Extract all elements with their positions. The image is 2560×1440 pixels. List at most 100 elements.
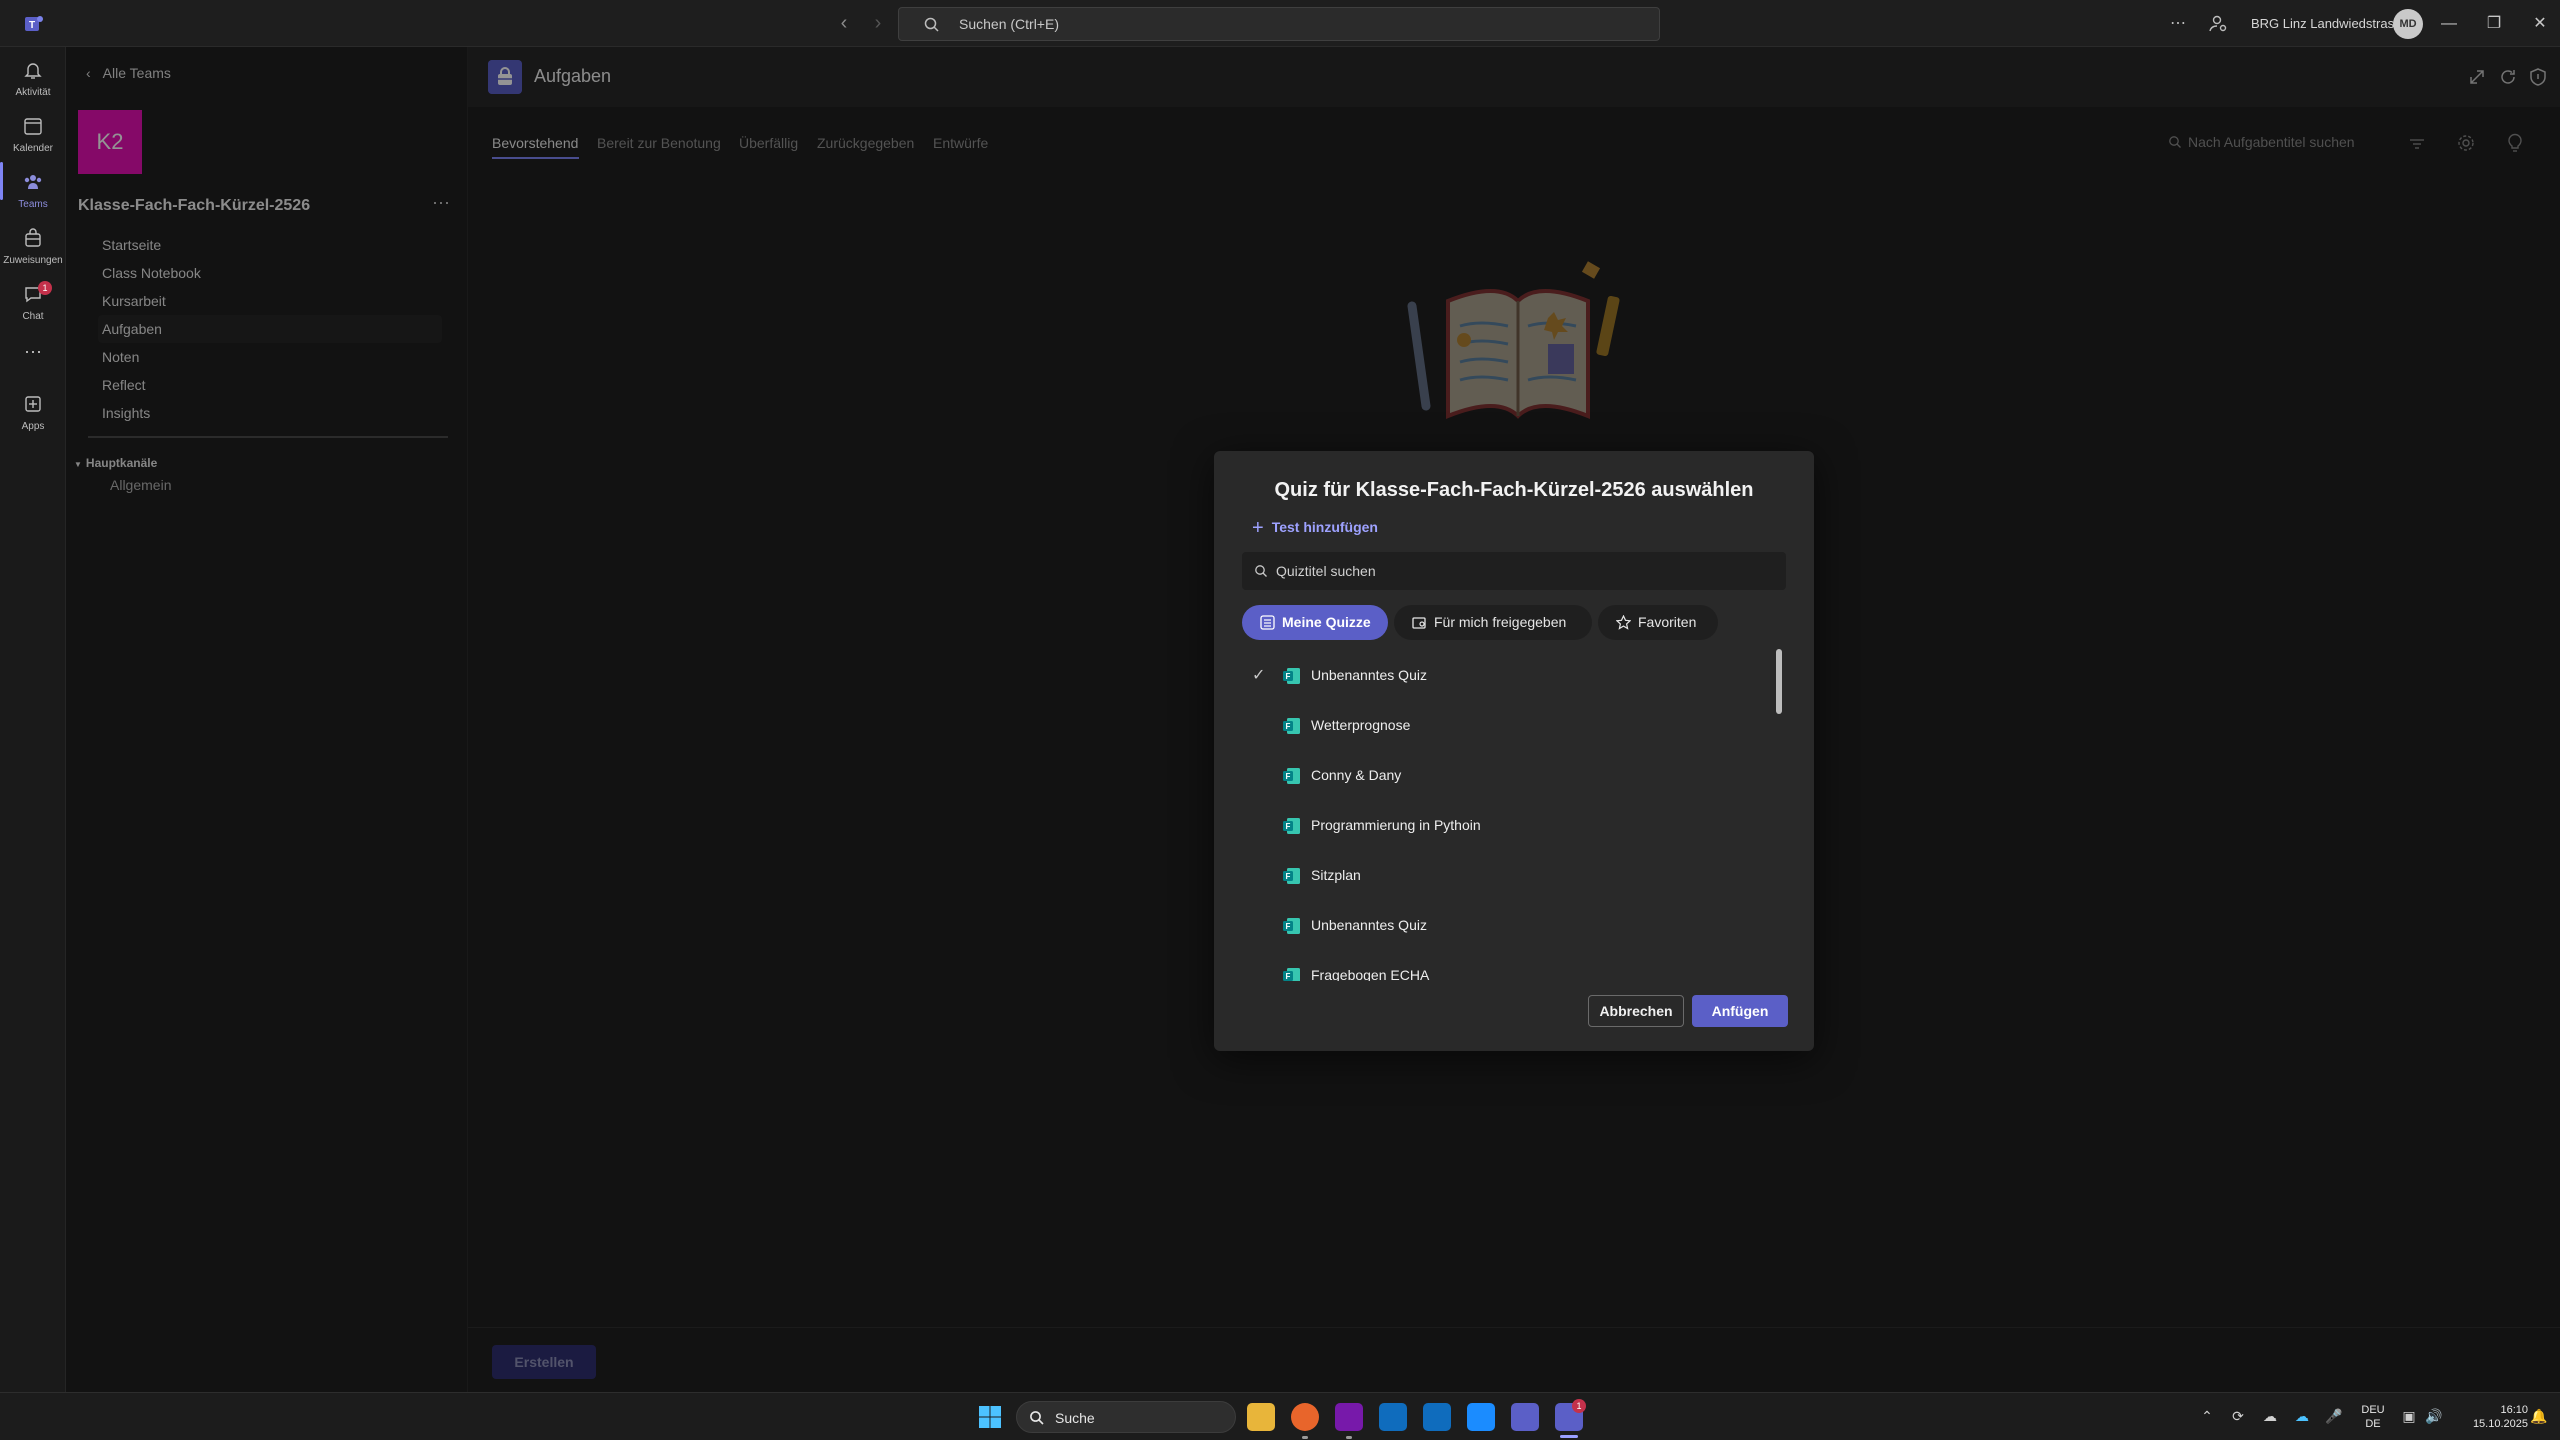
- org-name: BRG Linz Landwiedstrasse: [2251, 16, 2408, 31]
- bell-icon: [24, 63, 42, 79]
- volume-icon[interactable]: 🔊: [2425, 1407, 2443, 1425]
- svg-text:F: F: [1286, 672, 1291, 681]
- more-apps-icon[interactable]: ⋯: [0, 337, 66, 367]
- teams-classic-icon[interactable]: [1511, 1403, 1539, 1431]
- quiz-name: Wetterprognose: [1311, 717, 1411, 733]
- quiz-name: Programmierung in Pythoin: [1311, 817, 1481, 833]
- global-search-input[interactable]: Suchen (Ctrl+E): [898, 7, 1660, 41]
- svg-text:F: F: [1286, 872, 1291, 881]
- taskbar-search-label: Suche: [1055, 1410, 1095, 1426]
- teams-logo-icon[interactable]: T: [22, 12, 46, 36]
- quiz-row[interactable]: F Unbenanntes Quiz: [1242, 901, 1772, 951]
- forward-arrow-icon[interactable]: ›: [866, 10, 890, 36]
- clock[interactable]: 16:10 15.10.2025: [2452, 1403, 2528, 1431]
- svg-text:F: F: [1286, 722, 1291, 731]
- quiz-row[interactable]: F Fragebogen ECHA: [1242, 951, 1772, 981]
- title-bar: T ‹ › Suchen (Ctrl+E) ⋯ BRG Linz Landwie…: [0, 0, 2560, 47]
- rail-label: Zuweisungen: [3, 255, 63, 266]
- filter-favorites[interactable]: Favoriten: [1598, 605, 1718, 640]
- rail-item-assignments[interactable]: Zuweisungen: [0, 221, 66, 275]
- notifications-icon[interactable]: 🔔: [2530, 1407, 2548, 1425]
- shared-folder-icon: [1412, 617, 1426, 629]
- network-icon[interactable]: ▣: [2400, 1407, 2418, 1425]
- clock-date: 15.10.2025: [2472, 1418, 2528, 1430]
- svg-text:F: F: [1286, 922, 1291, 931]
- dialog-title: Quiz für Klasse-Fach-Fach-Kürzel-2526 au…: [1274, 479, 1754, 501]
- rail-item-calendar[interactable]: Kalender: [0, 109, 66, 163]
- forms-icon: F: [1283, 718, 1300, 734]
- more-options-icon[interactable]: ⋯: [2166, 12, 2190, 36]
- outlook-icon[interactable]: [1379, 1403, 1407, 1431]
- teams-taskbar-badge: 1: [1572, 1399, 1586, 1413]
- cloud-icon[interactable]: ☁: [2261, 1407, 2279, 1425]
- plus-icon: +: [1252, 517, 1264, 539]
- onenote-icon[interactable]: [1335, 1403, 1363, 1431]
- star-icon: [1616, 615, 1631, 630]
- rail-item-chat[interactable]: 1 Chat: [0, 277, 66, 331]
- todo-icon[interactable]: [1467, 1403, 1495, 1431]
- search-icon: [1030, 1411, 1044, 1425]
- filter-my-quizzes-label: Meine Quizze: [1282, 614, 1371, 630]
- svg-text:F: F: [1286, 972, 1291, 981]
- svg-text:T: T: [29, 20, 35, 31]
- calendar-icon: [24, 118, 42, 135]
- sync-icon[interactable]: ⟳: [2229, 1407, 2247, 1425]
- chat-badge: 1: [38, 281, 52, 295]
- filter-favorites-label: Favoriten: [1638, 614, 1697, 630]
- forms-icon: F: [1283, 968, 1300, 981]
- teams-icon: [24, 175, 42, 189]
- minimize-icon[interactable]: —: [2437, 12, 2461, 36]
- rail-label: Kalender: [12, 143, 54, 154]
- microphone-icon[interactable]: 🎤: [2325, 1407, 2343, 1425]
- quiz-row[interactable]: F Wetterprognose: [1242, 701, 1772, 751]
- assignments-icon: [25, 228, 41, 247]
- restore-icon[interactable]: ❐: [2482, 12, 2506, 36]
- back-arrow-icon[interactable]: ‹: [832, 10, 856, 36]
- rail-label: Apps: [21, 421, 45, 432]
- quiz-row[interactable]: ✓ F Unbenanntes Quiz: [1242, 651, 1772, 701]
- add-test-label: Test hinzufügen: [1271, 519, 1378, 535]
- firefox-icon[interactable]: [1291, 1403, 1319, 1431]
- quiz-row[interactable]: F Sitzplan: [1242, 851, 1772, 901]
- forms-icon: F: [1283, 668, 1300, 684]
- quiz-row[interactable]: F Programmierung in Pythoin: [1242, 801, 1772, 851]
- cancel-button[interactable]: Abbrechen: [1588, 995, 1684, 1027]
- rail-label: Aktivität: [15, 87, 51, 98]
- quiz-search-input[interactable]: Quiztitel suchen: [1242, 552, 1786, 590]
- people-settings-icon[interactable]: [2206, 12, 2230, 36]
- forms-icon: F: [1283, 768, 1300, 784]
- quiz-name: Fragebogen ECHA: [1311, 967, 1430, 981]
- language-indicator[interactable]: DEU DE: [2356, 1403, 2390, 1431]
- quiz-name: Unbenanntes Quiz: [1311, 917, 1427, 933]
- rail-item-teams[interactable]: Teams: [0, 165, 66, 219]
- filter-shared-with-me[interactable]: Für mich freigegeben: [1394, 605, 1592, 640]
- quiz-row[interactable]: F Conny & Dany: [1242, 751, 1772, 801]
- quiz-name: Unbenanntes Quiz: [1311, 667, 1427, 683]
- attach-button[interactable]: Anfügen: [1692, 995, 1788, 1027]
- rail-item-apps[interactable]: Apps: [0, 387, 66, 441]
- windows-start-icon[interactable]: [978, 1405, 1002, 1429]
- apps-icon: [25, 396, 41, 412]
- quiz-list-scrollbar[interactable]: [1776, 649, 1782, 714]
- list-icon: [1260, 615, 1275, 630]
- forms-icon: F: [1283, 868, 1300, 884]
- quiz-list: ✓ F Unbenanntes Quiz F Wetterprognose F …: [1242, 651, 1786, 981]
- global-search-placeholder: Suchen (Ctrl+E): [959, 16, 1059, 32]
- onedrive-icon[interactable]: ☁: [2293, 1407, 2311, 1425]
- user-avatar[interactable]: MD: [2393, 9, 2423, 39]
- forms-icon: F: [1283, 818, 1300, 834]
- windows-taskbar: Suche 1 ⌃ ⟳ ☁ ☁ 🎤 DEU DE ▣ 🔊 16:10 15.10…: [0, 1392, 2560, 1440]
- taskbar-search[interactable]: Suche: [1016, 1401, 1236, 1433]
- svg-text:F: F: [1286, 772, 1291, 781]
- close-icon[interactable]: ✕: [2528, 12, 2552, 36]
- chevron-up-icon[interactable]: ⌃: [2198, 1407, 2216, 1425]
- filter-my-quizzes[interactable]: Meine Quizze: [1242, 605, 1388, 640]
- add-test-button[interactable]: + Test hinzufügen: [1252, 517, 1378, 540]
- rail-item-activity[interactable]: Aktivität: [0, 53, 66, 107]
- file-explorer-icon[interactable]: [1247, 1403, 1275, 1431]
- app-rail: Aktivität Kalender Teams Zuweisungen 1 C…: [0, 47, 66, 1392]
- quiz-picker-dialog: Quiz für Klasse-Fach-Fach-Kürzel-2526 au…: [1214, 451, 1814, 1051]
- clock-time: 16:10: [2500, 1404, 2528, 1416]
- calendar-app-icon[interactable]: [1423, 1403, 1451, 1431]
- language-code: DEU: [2361, 1404, 2385, 1416]
